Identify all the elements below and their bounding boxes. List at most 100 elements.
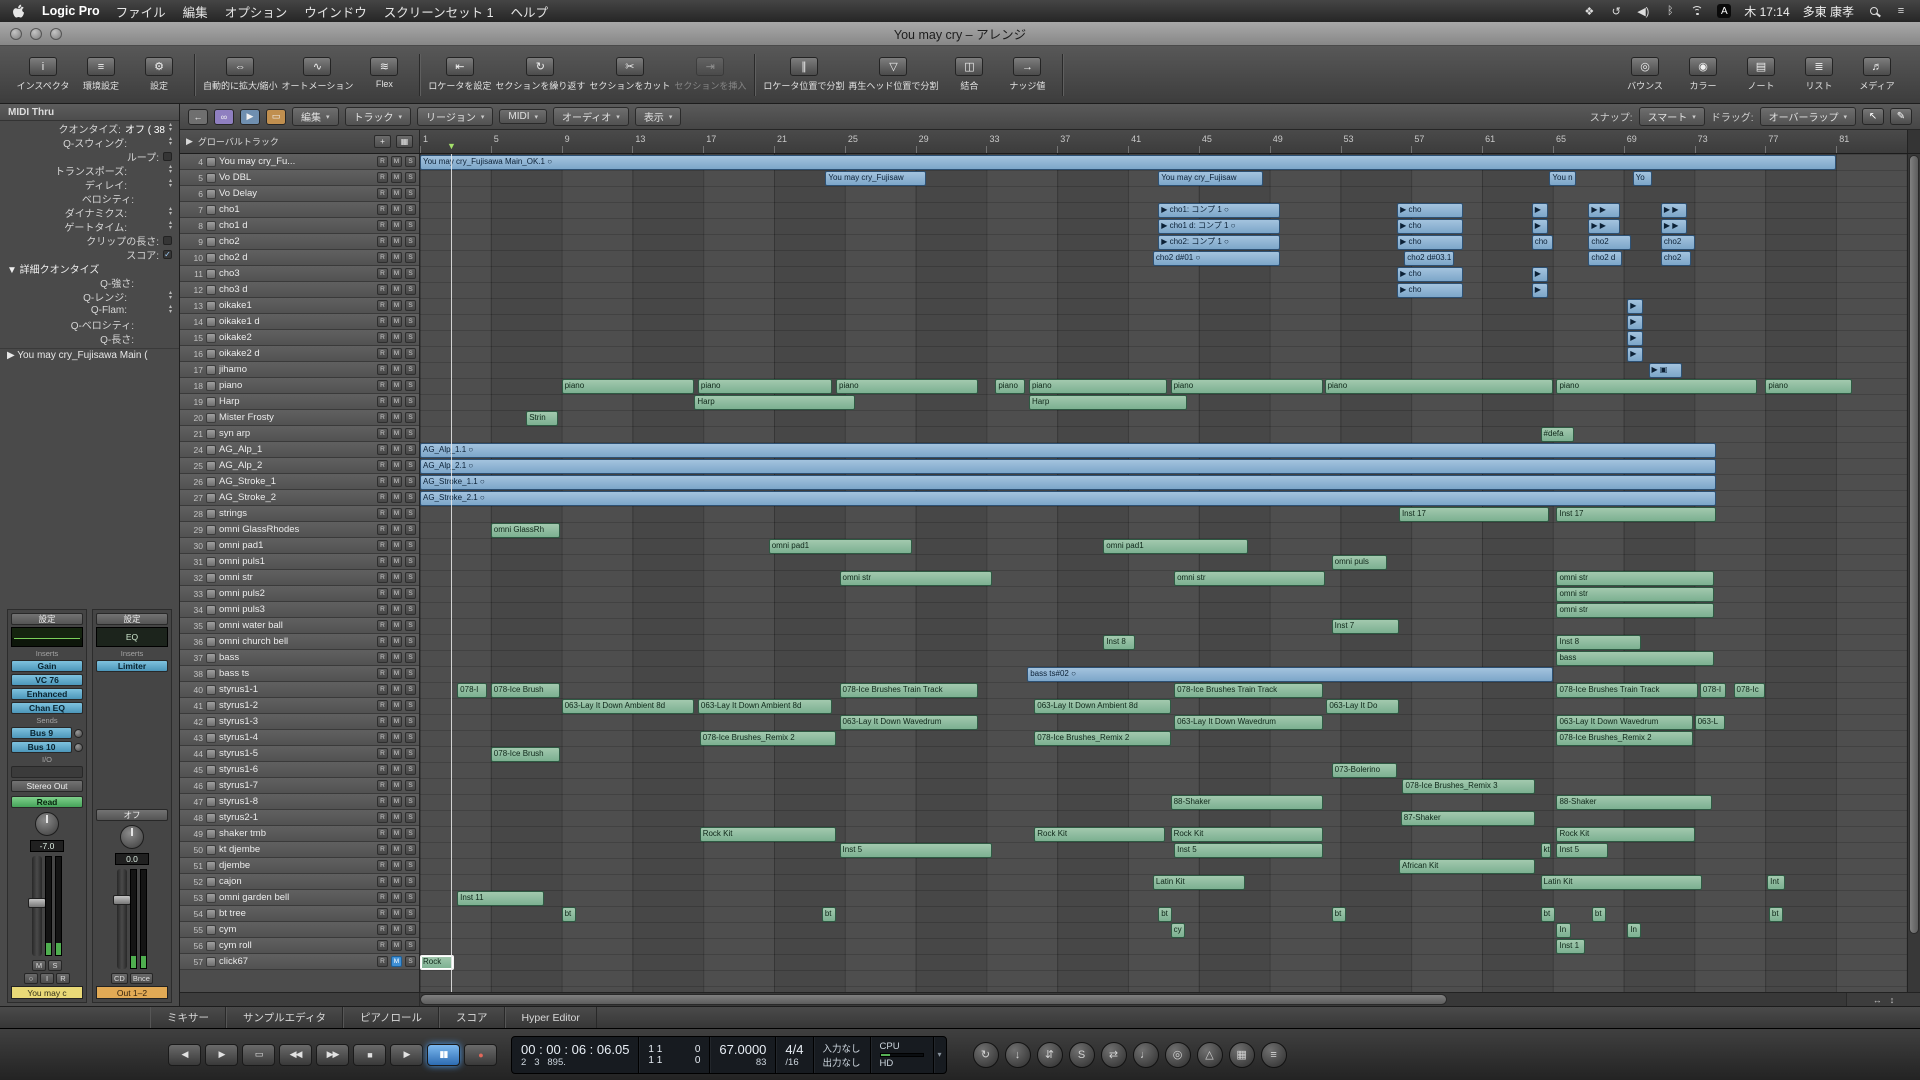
track-header-row[interactable]: 28stringsRMS [180,506,419,522]
fader-handle[interactable] [113,895,131,905]
region[interactable]: You may cry_Fujisawa Main_OK.1 ○ [420,155,1836,170]
menubar-clock[interactable]: 木 17:14 [1744,3,1789,20]
record-button[interactable]: ● [464,1044,497,1066]
dropbox-icon[interactable]: ❖ [1582,5,1596,18]
record-enable-button[interactable]: R [377,252,388,263]
catch-playhead-icon[interactable]: ▶ [240,109,260,125]
region[interactable]: piano [995,379,1025,394]
record-enable-button[interactable]: R [377,892,388,903]
track-header-row[interactable]: 32omni strRMS [180,570,419,586]
region[interactable]: piano [1029,379,1167,394]
record-enable-button[interactable]: R [377,748,388,759]
playhead[interactable] [451,154,452,992]
menubar-item[interactable]: スクリーンセット 1 [384,2,494,21]
region[interactable]: Harp [1029,395,1187,410]
track-header-row[interactable]: 38bass tsRMS [180,666,419,682]
region[interactable]: Inst 1 [1556,939,1584,954]
inspector-param-row[interactable]: クリップの長さ: [0,233,179,247]
insert-slot[interactable]: Gain [11,660,83,672]
region[interactable]: 87-Shaker [1401,811,1536,826]
media-button[interactable]: ♬メディア [1850,57,1904,92]
tuner-button[interactable]: △ [1197,1042,1223,1068]
record-enable-button[interactable]: R [377,460,388,471]
track-header-row[interactable]: 37bassRMS [180,650,419,666]
solo-button[interactable]: S [405,892,416,903]
region[interactable]: ▶ ▶ [1588,219,1620,234]
solo-button[interactable]: S [405,780,416,791]
inspector-param-row[interactable]: Q-長さ: [0,331,179,345]
add-global-track-button[interactable]: + [374,135,391,148]
mute-button[interactable]: M [391,892,402,903]
track-header-row[interactable]: 18pianoRMS [180,378,419,394]
set-locators-button[interactable]: ⇤ロケータを設定 [428,57,491,92]
inspector-param-row[interactable]: ループ: [0,149,179,163]
region[interactable]: Inst 5 [840,843,992,858]
mute-button[interactable]: M [391,940,402,951]
mute-button[interactable]: M [391,348,402,359]
region[interactable]: AG_Alp_1.1 ○ [420,443,1716,458]
record-enable-button[interactable]: R [377,636,388,647]
mute-button[interactable]: M [391,156,402,167]
track-header-row[interactable]: 47styrus1-8RMS [180,794,419,810]
region[interactable]: #defa [1541,427,1575,442]
region[interactable]: cy [1171,923,1185,938]
colors-button[interactable]: ◉カラー [1676,57,1730,92]
lcd-position[interactable]: 00 : 00 : 06 : 06.052 3 895. [512,1037,639,1073]
mute-button[interactable]: M [391,220,402,231]
record-enable-button[interactable]: R [377,236,388,247]
region[interactable]: omni puls [1332,555,1387,570]
solo-button[interactable]: S [405,684,416,695]
track-header-row[interactable]: 19HarpRMS [180,394,419,410]
rewind-button[interactable]: ◀◀ [279,1044,312,1066]
record-enable-button[interactable]: R [377,780,388,791]
lcd-midi[interactable]: 入力なし出力なし [814,1037,871,1073]
strip-mini-button[interactable]: ○ [24,973,38,984]
region[interactable]: omni str [1556,587,1714,602]
repeat-section-button[interactable]: ↻セクションを繰り返す [495,57,585,92]
solo-button[interactable]: S [405,364,416,375]
eq-thumbnail[interactable] [11,627,83,647]
region[interactable]: AG_Alp_2.1 ○ [420,459,1716,474]
mute-button[interactable]: M [391,492,402,503]
solo-button[interactable]: S [405,524,416,535]
playhead-marker[interactable]: ▼ [447,141,456,151]
param-stepper[interactable]: ▴▾ [169,165,172,175]
mute-button[interactable]: M [391,204,402,215]
mute-button[interactable]: M [391,316,402,327]
region[interactable]: 078-Ice Brushes Train Track [840,683,978,698]
mute-button[interactable]: M [391,812,402,823]
solo-button[interactable]: S [405,300,416,311]
solo-button[interactable]: S [405,716,416,727]
region[interactable]: omni str [1556,603,1714,618]
solo-button[interactable]: S [405,604,416,615]
record-enable-button[interactable]: R [377,332,388,343]
mute-button[interactable]: M [391,732,402,743]
track-header-row[interactable]: 9cho2RMS [180,234,419,250]
region[interactable]: ▶ [1627,331,1643,346]
split-by-locators-button[interactable]: ∥ロケータ位置で分割 [763,57,844,92]
region[interactable]: piano [1325,379,1553,394]
mute-button[interactable]: M [391,268,402,279]
record-enable-button[interactable]: R [377,476,388,487]
region[interactable]: bt [1592,907,1606,922]
solo-button[interactable]: S [405,284,416,295]
region[interactable]: omni str [1174,571,1324,586]
mute-button[interactable]: M [391,956,402,967]
solo-button[interactable]: S [405,188,416,199]
region[interactable]: Rock Kit [1556,827,1694,842]
volume-icon[interactable]: ◀) [1636,5,1650,18]
solo-button[interactable]: S [405,668,416,679]
record-enable-button[interactable]: R [377,348,388,359]
param-stepper[interactable]: ▴▾ [169,123,172,133]
insert-slot[interactable]: VC 76 [11,674,83,686]
region[interactable]: bt [1769,907,1783,922]
mute-button[interactable]: M [391,444,402,455]
track-header-row[interactable]: 48styrus2-1RMS [180,810,419,826]
mute-button[interactable]: M [391,700,402,711]
eq-thumbnail[interactable]: EQ [96,627,168,647]
inspector-param-row[interactable]: スコア:✓ [0,247,179,261]
solo-button[interactable]: S [405,732,416,743]
solo-button[interactable]: S [405,396,416,407]
mute-button[interactable]: M [391,924,402,935]
inspector-param-row[interactable]: Q-ベロシティ: [0,317,179,331]
